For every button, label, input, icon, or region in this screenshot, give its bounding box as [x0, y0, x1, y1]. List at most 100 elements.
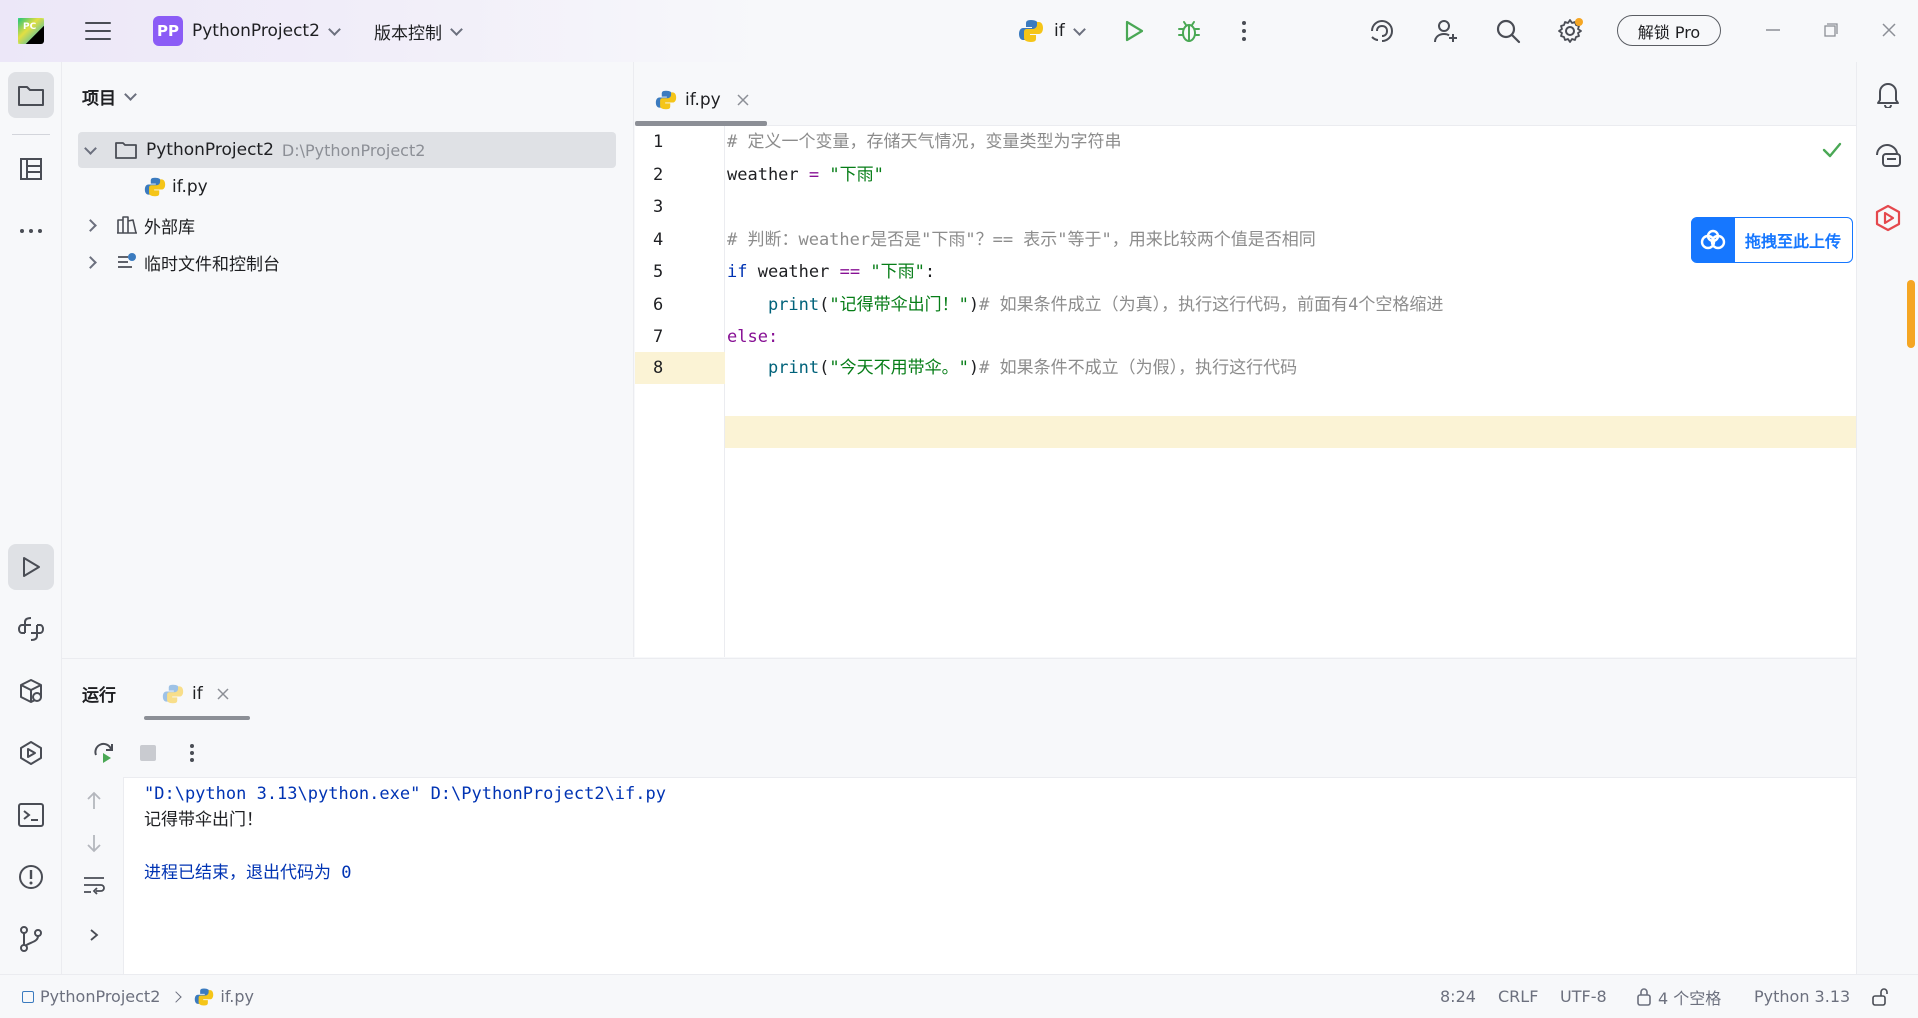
search-icon[interactable]	[1488, 11, 1528, 51]
indent-setting[interactable]: 4 个空格	[1636, 975, 1721, 1018]
no-problems-check-icon[interactable]	[1822, 142, 1842, 162]
python-packages-button[interactable]	[8, 668, 54, 714]
warning-circle-icon	[19, 865, 43, 889]
file-encoding[interactable]: UTF-8	[1560, 975, 1607, 1018]
python-file-icon	[655, 90, 677, 110]
unlock-pro-button[interactable]: 解锁 Pro	[1617, 15, 1721, 46]
stop-icon[interactable]	[130, 735, 166, 771]
ai-chat-icon[interactable]	[1868, 136, 1908, 176]
line-number-gutter: 1 2 3 4 5 6 7 8	[635, 126, 725, 657]
project-panel-header[interactable]: 项目	[82, 84, 137, 109]
interpreter-selector[interactable]: Python 3.13	[1754, 975, 1850, 1018]
minimize-icon[interactable]	[1758, 15, 1788, 45]
run-button[interactable]	[1114, 11, 1154, 51]
console-exit-line: 进程已结束，退出代码为 0	[144, 863, 352, 883]
folder-icon	[18, 86, 44, 106]
python-icon	[1019, 20, 1043, 42]
main-menu-icon[interactable]	[78, 11, 118, 51]
drag-upload-button[interactable]: 拖拽至此上传	[1691, 217, 1853, 263]
notifications-bell-icon[interactable]	[1868, 74, 1908, 114]
chevron-down-icon	[124, 88, 137, 101]
python-icon	[162, 684, 184, 704]
project-tool-button[interactable]	[8, 72, 54, 118]
more-tools-icon[interactable]	[8, 208, 54, 254]
structure-icon	[20, 158, 42, 180]
settings-gear-icon[interactable]	[1550, 11, 1590, 51]
scroll-down-arrow-icon[interactable]	[74, 825, 114, 861]
lock-settings-icon	[1637, 987, 1651, 1006]
python-console-button[interactable]	[8, 606, 54, 652]
tree-item-external-libs[interactable]: 外部库	[78, 207, 616, 243]
add-user-icon[interactable]	[1426, 11, 1466, 51]
pycharm-logo-icon: PC	[18, 18, 44, 44]
breadcrumb-file[interactable]: if.py	[220, 987, 254, 1006]
run-tab-if[interactable]: if	[162, 679, 229, 709]
scratches-icon	[118, 253, 136, 268]
terminal-button[interactable]	[8, 792, 54, 838]
caret-position[interactable]: 8:24	[1440, 975, 1476, 1018]
chevron-down-icon	[328, 22, 341, 36]
packages-icon	[20, 679, 42, 703]
left-tool-strip	[0, 62, 62, 974]
bug-icon	[1178, 21, 1200, 42]
file-name: if.py	[172, 177, 208, 197]
editor-area: if.py 1 2 3 4 5 6 7 8 # 定义一个变量，存储天气情况，变量…	[635, 62, 1856, 657]
project-panel: 项目 PythonProject2 D:\PythonProject2 if.p…	[62, 62, 634, 657]
right-tool-strip	[1856, 62, 1918, 974]
line-separator[interactable]: CRLF	[1498, 975, 1538, 1018]
line-number: 6	[653, 295, 664, 315]
services-button[interactable]	[8, 730, 54, 776]
console-output[interactable]: "D:\python 3.13\python.exe" D:\PythonPro…	[124, 777, 1856, 975]
root-folder-path: D:\PythonProject2	[281, 140, 426, 160]
debug-button[interactable]	[1169, 11, 1209, 51]
python-file-icon	[195, 988, 214, 1005]
library-icon	[117, 216, 137, 234]
tree-item-file[interactable]: if.py	[78, 169, 616, 205]
git-button[interactable]	[8, 916, 54, 962]
close-window-icon[interactable]	[1874, 15, 1904, 45]
more-actions-icon[interactable]	[174, 735, 210, 771]
plugin-red-icon[interactable]	[1868, 198, 1908, 238]
tree-item-scratches[interactable]: 临时文件和控制台	[78, 244, 616, 280]
read-only-lock-icon[interactable]	[1870, 975, 1890, 1018]
scroll-indicator[interactable]	[1907, 280, 1915, 348]
run-tool-button[interactable]	[8, 544, 54, 590]
current-line-highlight	[635, 416, 1856, 448]
title-bar: PC PP PythonProject2 版本控制 if 解锁 Pro	[0, 0, 1918, 62]
code-line-1: # 定义一个变量，存储天气情况，变量类型为字符串	[727, 132, 1122, 152]
line-number: 7	[653, 327, 664, 347]
run-config-selector[interactable]: if	[1018, 13, 1086, 49]
vcs-menu[interactable]: 版本控制	[374, 13, 463, 49]
line-number: 4	[653, 230, 664, 250]
structure-tool-button[interactable]	[8, 146, 54, 192]
module-icon	[22, 990, 34, 1003]
problems-button[interactable]	[8, 854, 54, 900]
tab-label: if.py	[685, 90, 721, 110]
git-branch-icon	[20, 926, 42, 952]
python-file-icon	[144, 177, 166, 197]
run-tab-label: if	[192, 684, 203, 704]
project-badge: PP	[153, 16, 183, 46]
scroll-up-arrow-icon[interactable]	[74, 783, 114, 819]
run-panel: 运行 if "D:\python 3.13\python.exe" D:\Pyt…	[62, 658, 1856, 975]
chevron-right-icon	[170, 990, 183, 1003]
restore-icon[interactable]	[1816, 15, 1846, 45]
collapse-arrow-icon	[84, 255, 97, 269]
line-number: 8	[635, 352, 725, 384]
close-tab-icon[interactable]	[217, 688, 229, 700]
console-gutter	[62, 777, 124, 975]
tree-item-root[interactable]: PythonProject2 D:\PythonProject2	[78, 132, 616, 168]
expand-arrow-icon[interactable]	[74, 917, 114, 953]
close-tab-icon[interactable]	[737, 94, 749, 106]
soft-wrap-icon[interactable]	[74, 867, 114, 903]
editor-tab-if-py[interactable]: if.py	[655, 82, 749, 118]
project-selector[interactable]: PP PythonProject2	[153, 13, 341, 49]
folder-icon	[115, 142, 137, 159]
breadcrumb-project[interactable]: PythonProject2	[40, 987, 160, 1006]
ai-assistant-icon[interactable]	[1362, 11, 1402, 51]
services-icon	[20, 741, 42, 765]
active-run-tab-indicator	[144, 716, 250, 720]
code-line-7: else:	[727, 327, 779, 347]
more-actions-icon[interactable]	[1224, 11, 1264, 51]
rerun-icon[interactable]	[86, 735, 122, 771]
